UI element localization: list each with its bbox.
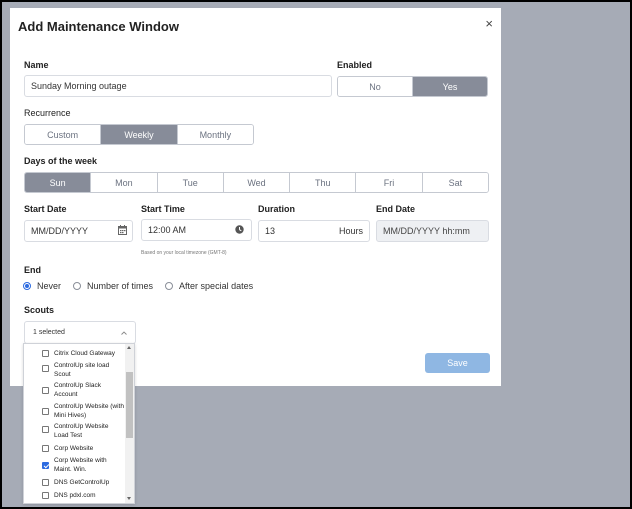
duration-input[interactable]: 13 Hours bbox=[258, 220, 370, 242]
enabled-no-button[interactable]: No bbox=[338, 77, 413, 96]
maintenance-window-modal: Add Maintenance Window × Name Sunday Mor… bbox=[10, 8, 501, 386]
radio-unselected-icon bbox=[165, 282, 174, 290]
chevron-up-icon bbox=[121, 330, 127, 335]
recurrence-custom-button[interactable]: Custom bbox=[25, 125, 102, 144]
scout-option-label: ControlUp Website (with Mini Hives) bbox=[54, 403, 124, 419]
radio-unselected-icon bbox=[73, 282, 82, 290]
calendar-icon[interactable] bbox=[118, 225, 127, 235]
scouts-selected-summary: 1 selected bbox=[33, 329, 65, 336]
day-mon-button[interactable]: Mon bbox=[91, 173, 158, 192]
checkbox-icon[interactable] bbox=[42, 387, 49, 394]
start-time-value: 12:00 AM bbox=[148, 225, 187, 235]
start-date-placeholder: MM/DD/YYYY bbox=[31, 226, 89, 236]
name-input-value: Sunday Morning outage bbox=[31, 81, 127, 91]
start-time-label: Start Time bbox=[141, 204, 185, 214]
checkbox-icon[interactable] bbox=[42, 479, 49, 486]
checkbox-icon[interactable] bbox=[42, 408, 49, 415]
scout-option-label: ControlUp Slack Account bbox=[54, 382, 101, 398]
end-number-of-times-label: Number of times bbox=[87, 281, 154, 291]
recurrence-monthly-button[interactable]: Monthly bbox=[177, 125, 253, 144]
days-toggle: Sun Mon Tue Wed Thu Fri Sat bbox=[24, 172, 489, 193]
name-input[interactable]: Sunday Morning outage bbox=[24, 75, 332, 97]
days-label: Days of the week bbox=[24, 156, 98, 166]
day-thu-button[interactable]: Thu bbox=[290, 173, 357, 192]
end-after-special-dates-label: After special dates bbox=[179, 281, 254, 291]
checkbox-icon[interactable] bbox=[42, 492, 49, 499]
end-never-label: Never bbox=[37, 281, 62, 291]
end-label: End bbox=[24, 265, 41, 275]
recurrence-label: Recurrence bbox=[24, 108, 71, 118]
duration-unit: Hours bbox=[338, 226, 363, 236]
scouts-dropdown: Citrix Cloud Gateway ControlUp site load… bbox=[23, 343, 135, 504]
checkbox-icon[interactable] bbox=[42, 426, 49, 433]
day-sat-button[interactable]: Sat bbox=[422, 173, 488, 192]
scroll-down-arrow-icon[interactable] bbox=[127, 497, 131, 500]
timezone-note: Based on your local timezone (GMT-8) bbox=[141, 250, 227, 256]
scouts-select[interactable]: 1 selected bbox=[24, 321, 136, 344]
recurrence-toggle: Custom Weekly Monthly bbox=[24, 124, 254, 145]
end-date-field: MM/DD/YYYY hh:mm bbox=[376, 220, 489, 242]
day-tue-button[interactable]: Tue bbox=[157, 173, 224, 192]
dropdown-scrollbar[interactable] bbox=[125, 344, 134, 503]
screen-frame: Add Maintenance Window × Name Sunday Mor… bbox=[2, 2, 630, 507]
day-wed-button[interactable]: Wed bbox=[223, 173, 291, 192]
scout-option-label: Corp Website with Maint. Win. bbox=[54, 457, 107, 473]
checkbox-icon[interactable] bbox=[42, 350, 49, 357]
scout-option-label: Citrix Cloud Gateway bbox=[54, 350, 116, 357]
scout-option-label: Corp Website bbox=[54, 445, 94, 452]
day-sun-button[interactable]: Sun bbox=[25, 173, 92, 192]
checkbox-checked-icon[interactable] bbox=[42, 462, 49, 469]
modal-title: Add Maintenance Window bbox=[18, 19, 179, 34]
end-number-of-times-radio[interactable]: Number of times bbox=[73, 281, 153, 291]
duration-label: Duration bbox=[258, 204, 295, 214]
day-fri-button[interactable]: Fri bbox=[356, 173, 423, 192]
end-never-radio[interactable]: Never bbox=[23, 281, 61, 291]
scouts-label: Scouts bbox=[24, 305, 55, 315]
close-icon[interactable]: × bbox=[485, 17, 493, 30]
scout-option-label: ControlUp site load Scout bbox=[54, 362, 110, 378]
name-label: Name bbox=[24, 60, 49, 70]
enabled-label: Enabled bbox=[337, 60, 373, 70]
enabled-yes-button[interactable]: Yes bbox=[413, 77, 487, 96]
end-date-value: MM/DD/YYYY hh:mm bbox=[383, 226, 470, 236]
start-date-label: Start Date bbox=[24, 204, 67, 214]
enabled-toggle: No Yes bbox=[337, 76, 488, 97]
recurrence-weekly-button[interactable]: Weekly bbox=[101, 125, 178, 144]
end-after-special-dates-radio[interactable]: After special dates bbox=[165, 281, 253, 291]
end-date-label: End Date bbox=[376, 204, 416, 214]
end-radio-group: Never Number of times After special date… bbox=[23, 281, 265, 291]
scrollbar-thumb[interactable] bbox=[126, 372, 133, 438]
scout-option-label: DNS pdxl.com bbox=[54, 492, 96, 499]
radio-selected-icon bbox=[23, 282, 31, 290]
duration-value: 13 bbox=[265, 226, 276, 236]
checkbox-icon[interactable] bbox=[42, 445, 49, 452]
scout-option-label: DNS GetControlUp bbox=[54, 479, 110, 486]
checkbox-icon[interactable] bbox=[42, 365, 49, 372]
start-date-input[interactable]: MM/DD/YYYY bbox=[24, 220, 133, 242]
scout-option-label: ControlUp Website Load Test bbox=[54, 423, 109, 439]
clock-icon[interactable] bbox=[235, 225, 244, 234]
save-button[interactable]: Save bbox=[425, 353, 490, 373]
scroll-up-arrow-icon[interactable] bbox=[127, 346, 131, 349]
